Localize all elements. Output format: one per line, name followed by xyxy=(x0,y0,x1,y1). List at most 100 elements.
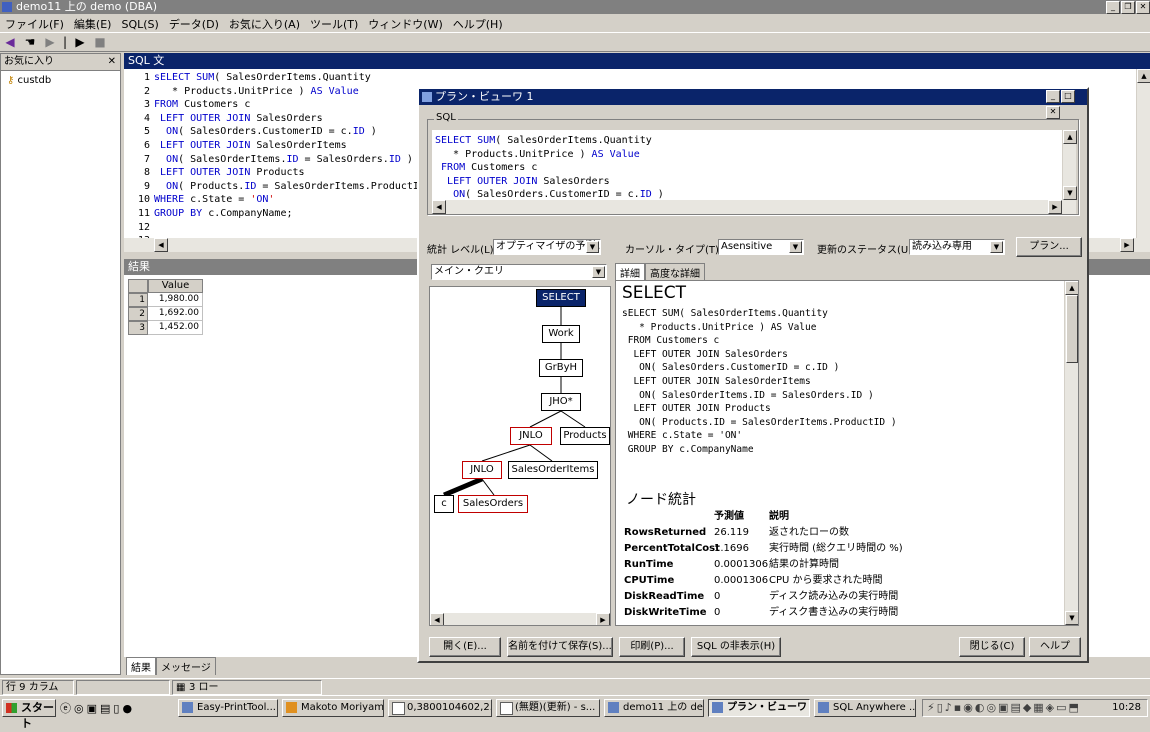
task-label: (無題)(更新) - s... xyxy=(515,702,596,713)
restore-icon[interactable]: ❐ xyxy=(1121,1,1135,14)
task-label: Makoto Moriyam... xyxy=(301,702,384,713)
plan-node-grbyh[interactable]: GrByH xyxy=(539,359,583,377)
task-makoto[interactable]: Makoto Moriyam... xyxy=(282,699,384,717)
scroll-left-icon[interactable]: ◀ xyxy=(430,613,444,625)
help-button[interactable]: ヘルプ xyxy=(1029,637,1081,657)
close-button[interactable]: 閉じる(C) xyxy=(959,637,1025,657)
outlook-icon[interactable]: ◎ xyxy=(74,702,87,715)
menu-favorites[interactable]: お気に入り(A) xyxy=(224,14,305,34)
maximize-icon[interactable]: □ xyxy=(1061,90,1075,103)
hand-icon[interactable]: ☚ xyxy=(22,35,38,49)
line-number: 2 xyxy=(143,85,150,97)
favorites-item-label: custdb xyxy=(17,75,52,86)
plan-sql-line: FROM Customers c xyxy=(441,162,538,174)
menu-tools[interactable]: ツール(T) xyxy=(305,14,363,34)
scroll-down-icon[interactable]: ▼ xyxy=(1063,186,1077,200)
plan-node-work[interactable]: Work xyxy=(542,325,580,343)
task-easy-print[interactable]: Easy-PrintTool... xyxy=(178,699,278,717)
table-row[interactable]: 3 1,452.00 xyxy=(128,321,203,335)
plan-node-c[interactable]: c xyxy=(434,495,454,513)
menu-edit[interactable]: 編集(E) xyxy=(69,14,117,34)
scroll-up-icon[interactable]: ▲ xyxy=(1137,69,1150,83)
stat-level-select[interactable]: オプティマイザの予測... ▼ xyxy=(493,239,601,255)
plan-node-products[interactable]: Products xyxy=(560,427,610,445)
stats-row: DiskReadTime 0 ディスク読み込みの実行時間 xyxy=(624,589,1078,605)
stop-icon[interactable]: ■ xyxy=(92,35,108,49)
plan-node-salesorders[interactable]: SalesOrders xyxy=(458,495,528,513)
task-sql-anywhere[interactable]: SQL Anywhere ... xyxy=(814,699,916,717)
detail-sql-line: ON( Products.ID = SalesOrderItems.Produc… xyxy=(622,416,897,428)
plan-sql-vscroll[interactable]: ▲ ▼ xyxy=(1062,130,1077,200)
scroll-right-icon[interactable]: ▶ xyxy=(1120,238,1134,252)
scroll-up-icon[interactable]: ▲ xyxy=(1065,281,1078,295)
task-numbers[interactable]: 0,3800104602,2... xyxy=(388,699,492,717)
plan-button[interactable]: プラン... xyxy=(1016,237,1082,257)
folder-icon[interactable]: ▤ xyxy=(100,702,113,715)
back-arrow-icon[interactable]: ◀ xyxy=(2,35,18,49)
tab-advanced-details[interactable]: 高度な詳細 xyxy=(645,263,705,281)
minimize-icon[interactable]: _ xyxy=(1106,1,1120,14)
toolbar-separator: | xyxy=(62,35,68,49)
main-window-controls: _ ❐ ✕ xyxy=(1105,1,1150,15)
tray-icons[interactable]: ⚡▯♪▪◉◐◎▣▤◆▦◈▭⬒ xyxy=(927,701,1081,714)
close-icon[interactable]: ✕ xyxy=(108,54,116,70)
sql-vertical-scrollbar[interactable]: ▲ xyxy=(1136,69,1150,238)
table-row[interactable]: 1 1,980.00 xyxy=(128,293,203,307)
plan-node-jnlo-2[interactable]: JNLO xyxy=(462,461,502,479)
scroll-up-icon[interactable]: ▲ xyxy=(1063,130,1077,144)
plan-node-salesorderitems[interactable]: SalesOrderItems xyxy=(508,461,598,479)
scroll-right-icon[interactable]: ▶ xyxy=(1048,200,1062,214)
task-demo11[interactable]: demo11 上の de... xyxy=(604,699,704,717)
grid-corner xyxy=(128,279,148,293)
desktop-icon[interactable]: ▣ xyxy=(87,702,100,715)
system-tray: ⚡▯♪▪◉◐◎▣▤◆▦◈▭⬒ 10:28 xyxy=(922,699,1148,717)
plan-node-jho[interactable]: JHO* xyxy=(541,393,581,411)
detail-vscroll[interactable]: ▲ ▼ xyxy=(1064,281,1078,625)
tab-results[interactable]: 結果 xyxy=(126,657,156,675)
detail-pane[interactable]: SELECT sELECT SUM( SalesOrderItems.Quant… xyxy=(615,280,1079,626)
stat-value: 1.1696 xyxy=(714,543,749,554)
scroll-thumb[interactable] xyxy=(1066,295,1078,363)
task-untitled[interactable]: (無題)(更新) - s... xyxy=(496,699,600,717)
plan-tree-pane[interactable]: SELECT Work GrByH JHO* JNLO Products JNL… xyxy=(429,286,611,626)
stat-description: ディスク読み込みの実行時間 xyxy=(769,591,899,602)
plan-sql-hscroll[interactable]: ◀ ▶ xyxy=(432,200,1076,214)
update-status-select[interactable]: 読み込み専用 ▼ xyxy=(909,239,1005,255)
tab-messages[interactable]: メッセージ xyxy=(156,657,216,675)
table-row[interactable]: 2 1,692.00 xyxy=(128,307,203,321)
menu-help[interactable]: ヘルプ(H) xyxy=(448,14,508,34)
hide-sql-button[interactable]: SQL の非表示(H) xyxy=(691,637,781,657)
close-icon[interactable]: ✕ xyxy=(1136,1,1150,14)
query-select[interactable]: メイン・クエリ ▼ xyxy=(431,264,607,280)
forward-arrow-icon[interactable]: ▶ xyxy=(42,35,58,49)
tab-details[interactable]: 詳細 xyxy=(615,263,645,281)
ball-icon[interactable]: ● xyxy=(122,702,135,715)
close-icon[interactable]: ✕ xyxy=(1046,106,1060,119)
scroll-left-icon[interactable]: ◀ xyxy=(154,238,168,252)
run-icon[interactable]: ▶ xyxy=(72,35,88,49)
plan-node-jnlo-1[interactable]: JNLO xyxy=(510,427,552,445)
print-button[interactable]: 印刷(P)... xyxy=(619,637,685,657)
cursor-type-select[interactable]: Asensitive ▼ xyxy=(718,239,804,255)
plan-tree-hscroll[interactable]: ◀ ▶ xyxy=(430,613,610,625)
detail-title: SELECT xyxy=(622,283,686,303)
minimize-icon[interactable]: _ xyxy=(1046,90,1060,103)
task-plan-viewer[interactable]: プラン・ビューワ 1 xyxy=(708,699,810,717)
plan-node-select[interactable]: SELECT xyxy=(536,289,586,307)
stats-header-est: 予測値 xyxy=(714,511,744,522)
ie-icon[interactable]: ⓔ xyxy=(60,702,74,715)
plan-sql-preview[interactable]: SELECT SUM( SalesOrderItems.Quantity * P… xyxy=(432,130,1062,200)
menu-file[interactable]: ファイル(F) xyxy=(0,14,69,34)
favorites-item-custdb[interactable]: ⚷ custdb xyxy=(1,71,120,90)
menu-data[interactable]: データ(D) xyxy=(164,14,224,34)
column-header-value[interactable]: Value xyxy=(148,279,203,293)
start-button[interactable]: スタート xyxy=(2,699,56,730)
menu-sql[interactable]: SQL(S) xyxy=(116,16,163,33)
open-button[interactable]: 開く(E)... xyxy=(429,637,501,657)
favorites-panel: お気に入り ✕ ⚷ custdb xyxy=(0,53,121,675)
save-as-button[interactable]: 名前を付けて保存(S)... xyxy=(507,637,613,657)
menu-window[interactable]: ウィンドウ(W) xyxy=(363,14,447,34)
scroll-down-icon[interactable]: ▼ xyxy=(1065,611,1078,625)
scroll-left-icon[interactable]: ◀ xyxy=(432,200,446,214)
scroll-right-icon[interactable]: ▶ xyxy=(596,613,610,625)
